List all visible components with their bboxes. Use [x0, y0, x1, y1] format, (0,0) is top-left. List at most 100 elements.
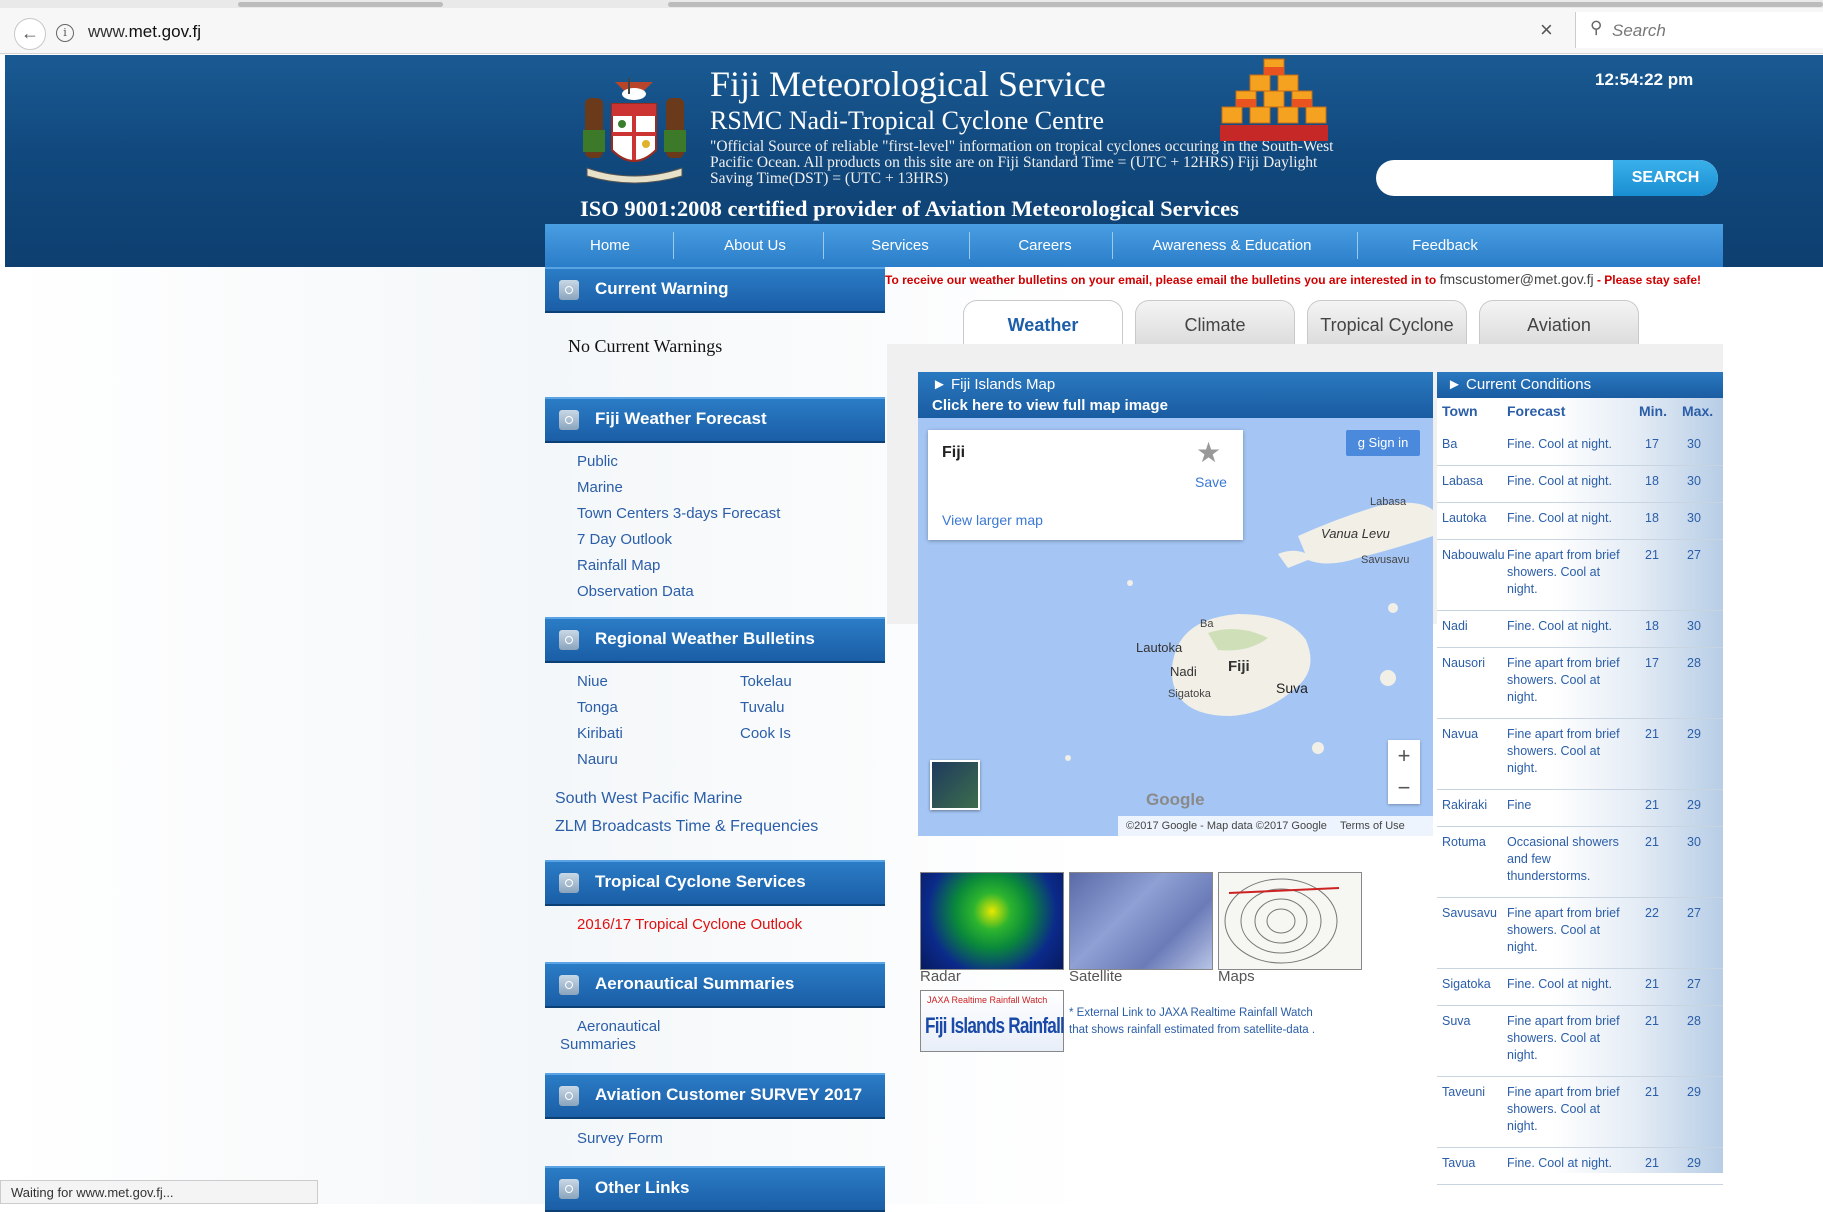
section-title: Aviation Customer SURVEY 2017: [595, 1085, 863, 1104]
map-label-suva: Suva: [1276, 680, 1308, 696]
jaxa-rainfall-banner[interactable]: JAXA Realtime Rainfall Watch Fiji Island…: [920, 990, 1065, 1052]
cell-town: Navua: [1442, 727, 1479, 741]
link-tropical-cyclone-outlook[interactable]: 2016/17 Tropical Cyclone Outlook: [577, 916, 802, 933]
section-title: Fiji Weather Forecast: [595, 409, 767, 428]
main-nav: Home About Us Services Careers Awareness…: [545, 224, 1723, 267]
cell-forecast: Fine. Cool at night.: [1507, 1156, 1612, 1170]
browser-search-placeholder: Search: [1612, 21, 1666, 40]
site-info-icon[interactable]: i: [56, 24, 74, 42]
link-aeronautical-summaries-line1[interactable]: Aeronautical: [577, 1018, 660, 1035]
synoptic-map-thumbnail[interactable]: [1218, 872, 1362, 970]
section-header-tropical-cyclone-services: Tropical Cyclone Services: [545, 860, 885, 906]
cell-max: 29: [1687, 727, 1701, 741]
map-card-title: Fiji: [942, 444, 966, 461]
star-icon[interactable]: ★: [1196, 436, 1221, 469]
browser-search-input[interactable]: ⚲ Search: [1575, 12, 1823, 48]
column-header-min: Min.: [1639, 403, 1667, 419]
cell-max: 30: [1687, 474, 1701, 488]
clear-url-icon[interactable]: ×: [1540, 17, 1553, 43]
link-tokelau[interactable]: Tokelau: [740, 673, 792, 690]
zoom-out-icon[interactable]: −: [1388, 772, 1420, 804]
cell-forecast: Fine. Cool at night.: [1507, 977, 1612, 991]
cell-min: 18: [1645, 511, 1659, 525]
cell-forecast: Fine apart from brief showers. Cool at n…: [1507, 1085, 1620, 1133]
satellite-label[interactable]: Satellite: [1069, 968, 1122, 985]
link-survey-form[interactable]: Survey Form: [577, 1130, 663, 1147]
map-sign-in-button[interactable]: g Sign in: [1346, 430, 1420, 456]
cell-min: 21: [1645, 1156, 1659, 1170]
radar-label[interactable]: Radar: [920, 968, 961, 985]
nav-about-us[interactable]: About Us: [700, 224, 810, 267]
table-row: Suva Fine apart from brief showers. Cool …: [1437, 1005, 1723, 1077]
embedded-google-map[interactable]: Fiji ★ Save View larger map g Sign in La…: [918, 418, 1433, 836]
jaxa-link-text-line1[interactable]: * External Link to JAXA Realtime Rainfal…: [1069, 1007, 1313, 1019]
link-town-centers-forecast[interactable]: Town Centers 3-days Forecast: [577, 505, 780, 522]
satellite-layer-toggle[interactable]: [930, 760, 980, 810]
link-zlm-broadcasts[interactable]: ZLM Broadcasts Time & Frequencies: [555, 818, 818, 836]
link-south-west-pacific-marine[interactable]: South West Pacific Marine: [555, 790, 742, 808]
table-row: Lautoka Fine. Cool at night. 18 30: [1437, 502, 1723, 540]
browser-tab[interactable]: [668, 2, 1823, 7]
link-nauru[interactable]: Nauru: [577, 751, 618, 768]
link-tuvalu[interactable]: Tuvalu: [740, 699, 784, 716]
link-marine-forecast[interactable]: Marine: [577, 479, 623, 496]
tab-aviation[interactable]: Aviation: [1479, 300, 1639, 345]
table-row: Nabouwalu Fine apart from brief showers. …: [1437, 539, 1723, 611]
fiji-coat-of-arms-logo[interactable]: [577, 72, 692, 190]
map-label-vanua-levu: Vanua Levu: [1321, 526, 1390, 541]
nav-awareness-education[interactable]: Awareness & Education: [1127, 224, 1337, 267]
cell-town: Tavua: [1442, 1156, 1476, 1170]
link-aeronautical-summaries-line2[interactable]: Summaries: [560, 1036, 636, 1053]
map-label-lautoka: Lautoka: [1136, 640, 1183, 655]
jaxa-link-text-line2: that shows rainfall estimated from satel…: [1069, 1024, 1316, 1036]
cell-max: 30: [1687, 619, 1701, 633]
zoom-in-icon[interactable]: +: [1388, 740, 1420, 772]
map-full-image-link[interactable]: Click here to view full map image: [932, 397, 1168, 414]
section-title: Aeronautical Summaries: [595, 974, 795, 993]
link-cook-islands[interactable]: Cook Is: [740, 725, 791, 742]
nav-careers[interactable]: Careers: [990, 224, 1100, 267]
nav-home[interactable]: Home: [565, 224, 655, 267]
browser-tab[interactable]: [238, 2, 443, 7]
table-row: Nausori Fine apart from brief showers. Co…: [1437, 647, 1723, 719]
map-header-title[interactable]: ► Fiji Islands Map: [932, 376, 1055, 393]
section-header-aeronautical-summaries: Aeronautical Summaries: [545, 962, 885, 1008]
link-7-day-outlook[interactable]: 7 Day Outlook: [577, 531, 672, 548]
view-larger-map-link[interactable]: View larger map: [942, 512, 1043, 528]
cell-town: Rakiraki: [1442, 798, 1488, 812]
link-observation-data[interactable]: Observation Data: [577, 583, 694, 600]
link-kiribati[interactable]: Kiribati: [577, 725, 623, 742]
url-text[interactable]: www.met.gov.fj: [88, 22, 201, 42]
tab-tropical-cyclone[interactable]: Tropical Cyclone: [1307, 300, 1467, 345]
map-save-link[interactable]: Save: [1195, 474, 1227, 490]
tab-weather[interactable]: Weather: [963, 300, 1123, 345]
satellite-thumbnail[interactable]: [1069, 872, 1213, 970]
cell-max: 30: [1687, 437, 1701, 451]
column-header-town: Town: [1442, 403, 1478, 419]
cell-min: 18: [1645, 619, 1659, 633]
google-logo: Google: [1146, 790, 1205, 809]
notice-suffix: - Please stay safe!: [1593, 273, 1702, 287]
link-tonga[interactable]: Tonga: [577, 699, 618, 716]
current-conditions-title[interactable]: ► Current Conditions: [1447, 376, 1591, 393]
radar-thumbnail[interactable]: [920, 872, 1064, 970]
section-header-fiji-weather-forecast: Fiji Weather Forecast: [545, 397, 885, 443]
link-niue[interactable]: Niue: [577, 673, 608, 690]
map-terms-link[interactable]: Terms of Use: [1340, 820, 1405, 832]
cell-max: 30: [1687, 511, 1701, 525]
link-rainfall-map[interactable]: Rainfall Map: [577, 557, 660, 574]
back-arrow-icon[interactable]: ←: [14, 18, 46, 50]
site-description: "Official Source of reliable "first-leve…: [710, 138, 1334, 187]
tab-climate[interactable]: Climate: [1135, 300, 1295, 345]
cell-max: 27: [1687, 977, 1701, 991]
nav-feedback[interactable]: Feedback: [1385, 224, 1505, 267]
notice-email-link[interactable]: fmscustomer@met.gov.fj: [1440, 271, 1594, 287]
nav-services[interactable]: Services: [845, 224, 955, 267]
link-public-forecast[interactable]: Public: [577, 453, 618, 470]
site-search-button[interactable]: SEARCH: [1613, 160, 1718, 196]
cell-max: 27: [1687, 548, 1701, 562]
maps-label[interactable]: Maps: [1218, 968, 1255, 985]
cell-town: Taveuni: [1442, 1085, 1486, 1099]
url-prefix: www.: [88, 22, 129, 41]
map-attribution: ©2017 Google - Map data ©2017 Google: [1126, 820, 1327, 832]
